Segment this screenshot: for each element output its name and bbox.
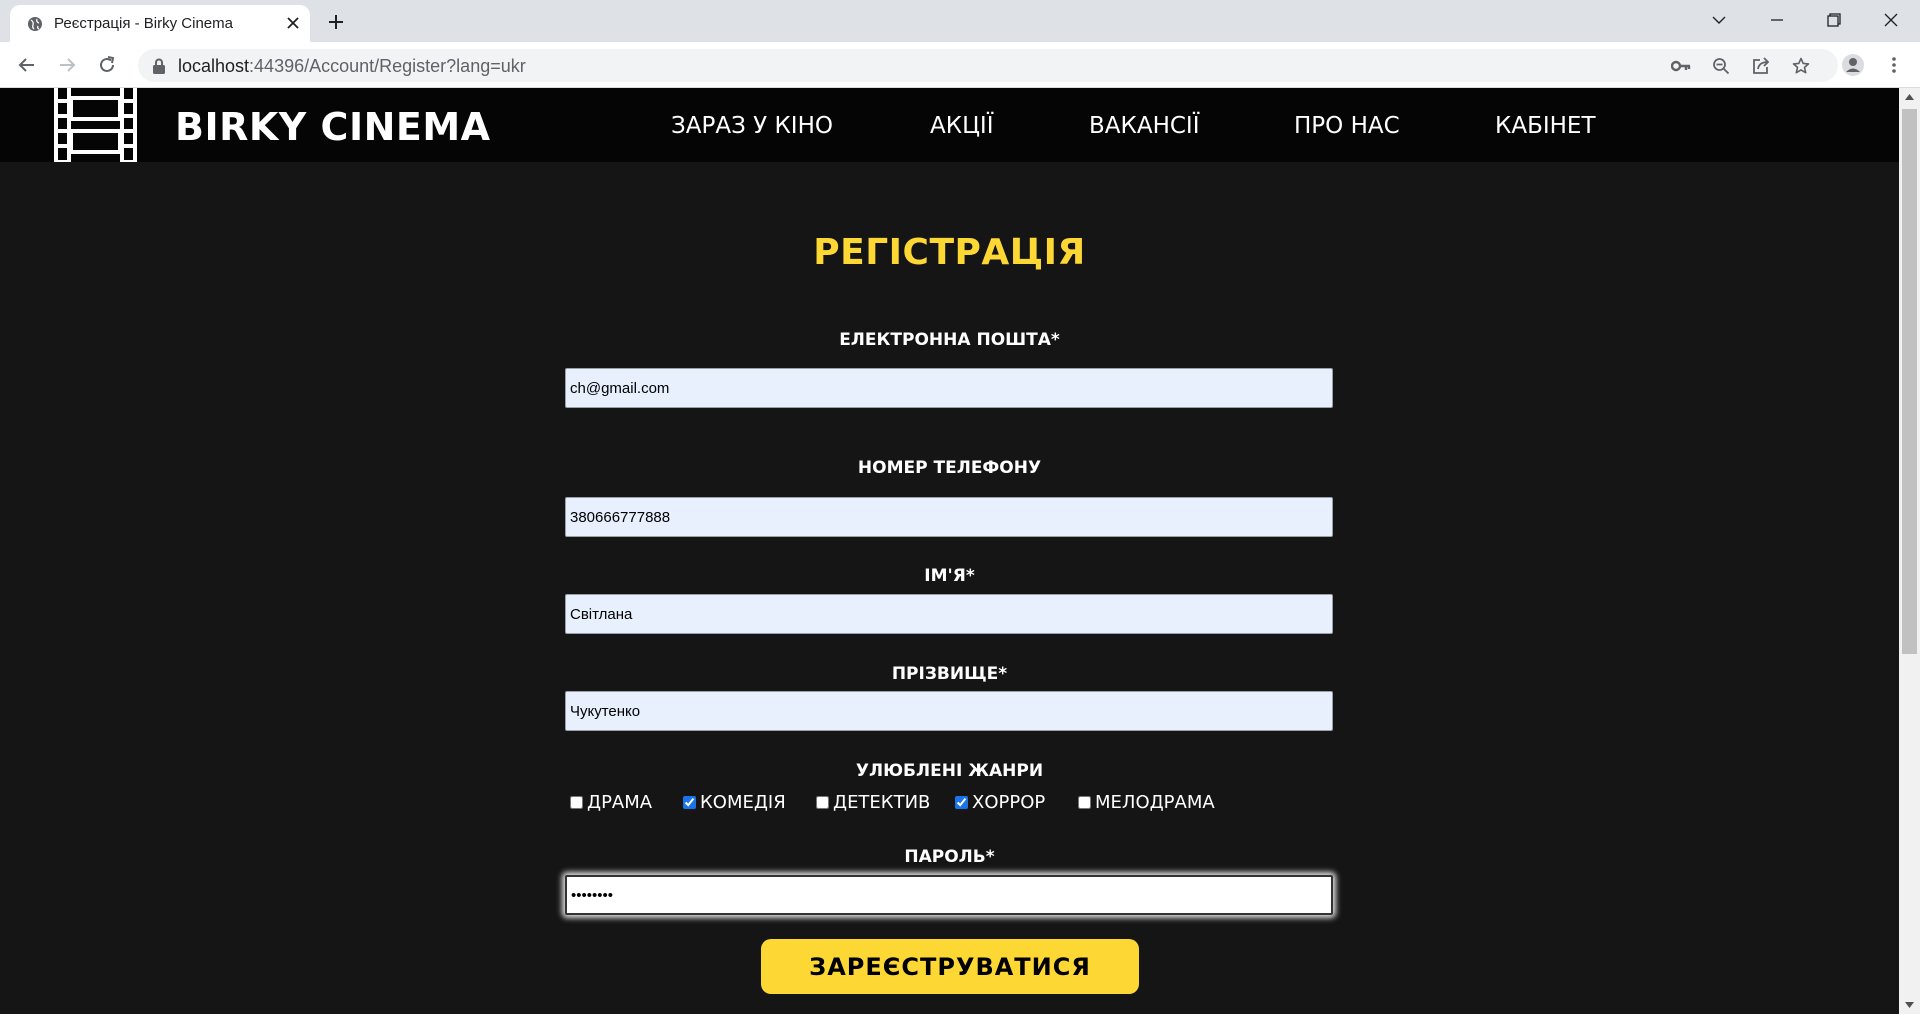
genre-checkbox-melodrama[interactable] <box>1078 795 1091 809</box>
phone-label: НОМЕР ТЕЛЕФОНУ <box>857 458 1042 478</box>
back-arrow-icon[interactable] <box>12 50 42 80</box>
browser-toolbar: localhost:44396/Account/Register?lang=uk… <box>0 42 1920 88</box>
star-icon[interactable] <box>1789 54 1813 78</box>
scroll-down-arrow-icon[interactable] <box>1899 996 1920 1014</box>
email-field[interactable] <box>565 368 1333 408</box>
surname-field[interactable] <box>565 691 1333 731</box>
nav-about[interactable]: ПРО НАС <box>1294 113 1400 139</box>
address-bar[interactable]: localhost:44396/Account/Register?lang=uk… <box>138 49 1838 82</box>
page-scrollbar[interactable] <box>1899 88 1920 1014</box>
browser-tab-strip: Реєстрація - Birky Cinema <box>0 0 1920 42</box>
nav-promotions[interactable]: АКЦІЇ <box>930 113 994 139</box>
name-label: ІМ'Я* <box>924 566 975 586</box>
nav-cabinet[interactable]: КАБІНЕТ <box>1495 113 1596 139</box>
browser-tab[interactable]: Реєстрація - Birky Cinema <box>10 5 310 42</box>
genres-label: УЛЮБЛЕНІ ЖАНРИ <box>855 761 1044 781</box>
url-text[interactable]: localhost:44396/Account/Register?lang=uk… <box>178 56 526 77</box>
genre-label-horror: ХОРРОР <box>972 791 1046 813</box>
genre-label-drama: ДРАМА <box>587 791 653 813</box>
genre-label-comedy: КОМЕДІЯ <box>700 791 786 813</box>
key-icon[interactable] <box>1669 54 1693 78</box>
minimize-icon[interactable] <box>1760 6 1794 34</box>
lock-icon[interactable] <box>152 58 166 74</box>
site-brand[interactable]: BIRKY CINEMA <box>175 105 491 149</box>
restore-icon[interactable] <box>1817 6 1851 34</box>
forward-arrow-icon[interactable] <box>52 50 82 80</box>
chevron-down-icon[interactable] <box>1702 6 1736 34</box>
site-header: BIRKY CINEMA ЗАРАЗ У КІНО АКЦІЇ ВАКАНСІЇ… <box>0 88 1899 162</box>
nav-now-showing[interactable]: ЗАРАЗ У КІНО <box>671 113 833 139</box>
genre-option-comedy[interactable]: КОМЕДІЯ <box>683 790 786 814</box>
genre-label-melodrama: МЕЛОДРАМА <box>1095 791 1215 813</box>
genre-checkbox-detective[interactable] <box>816 795 829 809</box>
plus-icon[interactable] <box>322 8 350 36</box>
genre-option-detective[interactable]: ДЕТЕКТИВ <box>816 790 930 814</box>
genre-label-detective: ДЕТЕКТИВ <box>833 791 931 813</box>
scrollbar-thumb[interactable] <box>1902 109 1917 654</box>
password-label: ПАРОЛЬ* <box>904 847 995 867</box>
password-field[interactable] <box>565 875 1333 915</box>
page-title: РЕГІСТРАЦІЯ <box>813 232 1086 273</box>
genre-option-drama[interactable]: ДРАМА <box>570 790 652 814</box>
close-icon[interactable] <box>282 12 304 34</box>
phone-field[interactable] <box>565 497 1333 537</box>
genres-group: ДРАМА КОМЕДІЯ ДЕТЕКТИВ ХОРРОР МЕЛОДРАМА <box>0 790 1899 814</box>
genre-checkbox-comedy[interactable] <box>683 795 696 809</box>
register-button[interactable]: ЗАРЕЄСТРУВАТИСЯ <box>761 939 1139 994</box>
profile-icon[interactable] <box>1839 51 1867 79</box>
zoom-out-icon[interactable] <box>1709 54 1733 78</box>
url-path: :44396/Account/Register?lang=ukr <box>249 56 526 76</box>
globe-icon <box>28 17 42 31</box>
nav-vacancies[interactable]: ВАКАНСІЇ <box>1089 113 1200 139</box>
window-close-icon[interactable] <box>1874 6 1908 34</box>
surname-label: ПРІЗВИЩЕ* <box>891 664 1008 684</box>
genre-checkbox-horror[interactable] <box>955 795 968 809</box>
url-host: localhost <box>178 56 250 76</box>
genre-option-melodrama[interactable]: МЕЛОДРАМА <box>1078 790 1215 814</box>
film-strip-icon[interactable] <box>54 88 137 162</box>
share-icon[interactable] <box>1749 54 1773 78</box>
name-field[interactable] <box>565 594 1333 634</box>
genre-checkbox-drama[interactable] <box>570 795 583 809</box>
scroll-up-arrow-icon[interactable] <box>1899 88 1920 106</box>
more-vert-icon[interactable] <box>1880 51 1908 79</box>
email-label: ЕЛЕКТРОННА ПОШТА* <box>839 330 1060 350</box>
reload-icon[interactable] <box>92 50 122 80</box>
genre-option-horror[interactable]: ХОРРОР <box>955 790 1045 814</box>
tab-title: Реєстрація - Birky Cinema <box>54 15 233 32</box>
